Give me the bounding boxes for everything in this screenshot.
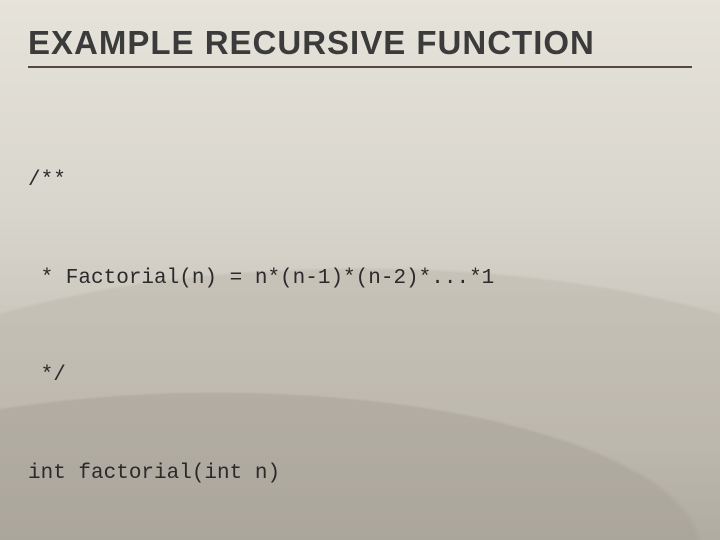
- code-line: /**: [28, 165, 692, 198]
- code-line: * Factorial(n) = n*(n-1)*(n-2)*...*1: [28, 263, 692, 296]
- code-block: /** * Factorial(n) = n*(n-1)*(n-2)*...*1…: [28, 100, 692, 540]
- slide-container: EXAMPLE RECURSIVE FUNCTION /** * Factori…: [0, 0, 720, 540]
- code-line: int factorial(int n): [28, 458, 692, 491]
- slide-title: EXAMPLE RECURSIVE FUNCTION: [28, 24, 692, 68]
- code-line: */: [28, 360, 692, 393]
